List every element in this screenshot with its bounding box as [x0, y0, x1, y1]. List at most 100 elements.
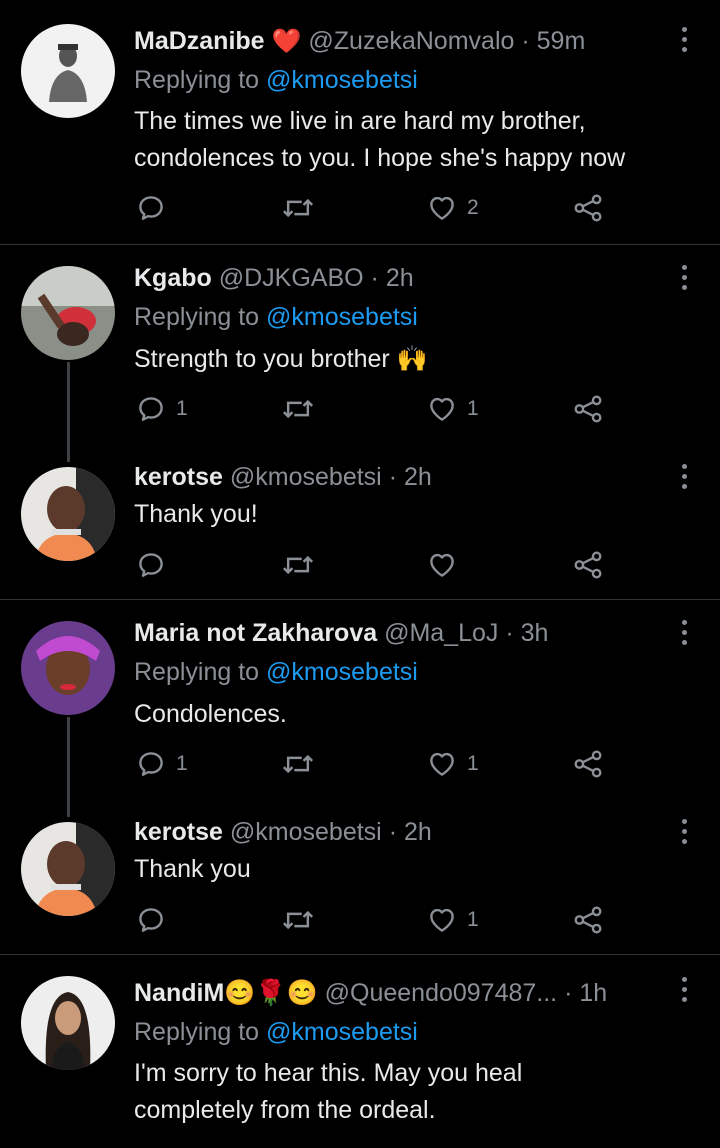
handle[interactable]: @Queendo097487...: [325, 979, 558, 1007]
timestamp[interactable]: 2h: [404, 463, 432, 491]
timestamp[interactable]: 2h: [404, 818, 432, 846]
share-button[interactable]: [572, 191, 604, 225]
tweet-text-line: completely from the ordeal.: [134, 1096, 436, 1124]
share-button[interactable]: [572, 548, 604, 582]
more-options-icon[interactable]: [678, 819, 690, 845]
avatar[interactable]: [21, 621, 115, 715]
retweet-button[interactable]: [282, 191, 314, 225]
display-name[interactable]: Maria not Zakharova: [134, 619, 377, 647]
replying-prefix: Replying to: [134, 66, 260, 94]
separator-dot: ·: [521, 27, 530, 55]
share-icon: [572, 193, 604, 223]
reply-icon: [136, 394, 166, 424]
timestamp[interactable]: 2h: [386, 264, 414, 292]
like-count: 1: [467, 752, 479, 775]
retweet-button[interactable]: [282, 903, 314, 937]
tweet-text: I'm sorry to hear this. May you heal com…: [134, 1055, 522, 1129]
retweet-button[interactable]: [282, 747, 314, 781]
avatar[interactable]: [21, 976, 115, 1070]
share-button[interactable]: [572, 903, 604, 937]
reply-button[interactable]: [136, 903, 166, 937]
mention-link[interactable]: @kmosebetsi: [266, 658, 418, 686]
display-name[interactable]: kerotse: [134, 463, 223, 491]
reply-icon: [136, 905, 166, 935]
reply-button[interactable]: [136, 548, 166, 582]
avatar-image: [21, 24, 115, 118]
tweet-text: Condolences.: [134, 696, 287, 733]
retweet-button[interactable]: [282, 548, 314, 582]
tweet-header: Kgabo @DJKGABO · 2h: [134, 263, 414, 293]
replying-prefix: Replying to: [134, 303, 260, 331]
reply-button[interactable]: 1: [136, 747, 188, 781]
tweet[interactable]: Maria not Zakharova @Ma_LoJ · 3h Replyin…: [0, 600, 720, 800]
handle[interactable]: @kmosebetsi: [230, 818, 382, 846]
action-bar: 2: [0, 191, 720, 225]
retweet-icon: [282, 550, 314, 580]
handle[interactable]: @ZuzekaNomvalo: [308, 27, 514, 55]
timestamp[interactable]: 3h: [521, 619, 549, 647]
like-button[interactable]: 1: [427, 903, 479, 937]
like-button[interactable]: 1: [427, 747, 479, 781]
display-name[interactable]: MaDzanibe: [134, 27, 265, 55]
more-options-icon[interactable]: [678, 620, 690, 646]
mention-link[interactable]: @kmosebetsi: [266, 1018, 418, 1046]
separator-dot: ·: [370, 264, 379, 292]
share-button[interactable]: [572, 747, 604, 781]
avatar-image: [21, 266, 115, 360]
tweet[interactable]: kerotse @kmosebetsi · 2h Thank you!: [0, 445, 720, 599]
avatar[interactable]: [21, 467, 115, 561]
more-options-icon[interactable]: [678, 464, 690, 490]
like-button[interactable]: 2: [427, 191, 479, 225]
tweet[interactable]: NandiM😊🌹😊 @Queendo097487... · 1h Replyin…: [0, 955, 720, 1148]
display-name[interactable]: Kgabo: [134, 264, 212, 292]
display-name[interactable]: NandiM: [134, 979, 224, 1007]
more-options-icon[interactable]: [678, 27, 690, 53]
reply-button[interactable]: [136, 191, 166, 225]
mention-link[interactable]: @kmosebetsi: [266, 303, 418, 331]
replying-to: Replying to @kmosebetsi: [134, 1017, 418, 1047]
separator-dot: ·: [505, 619, 514, 647]
handle[interactable]: @kmosebetsi: [230, 463, 382, 491]
reply-icon: [136, 193, 166, 223]
reply-button[interactable]: 1: [136, 392, 188, 426]
reply-count: 1: [176, 752, 188, 775]
replying-prefix: Replying to: [134, 658, 260, 686]
tweet[interactable]: MaDzanibe ❤️ @ZuzekaNomvalo · 59m Replyi…: [0, 0, 720, 244]
like-button[interactable]: [427, 548, 457, 582]
share-icon: [572, 749, 604, 779]
tweet-header: kerotse @kmosebetsi · 2h: [134, 817, 432, 847]
tweet-header: MaDzanibe ❤️ @ZuzekaNomvalo · 59m: [134, 26, 585, 57]
tweet-text-line: Thank you!: [134, 500, 258, 528]
share-button[interactable]: [572, 392, 604, 426]
tweet-text: The times we live in are hard my brother…: [134, 103, 625, 177]
like-count: 1: [467, 397, 479, 420]
mention-link[interactable]: @kmosebetsi: [266, 66, 418, 94]
more-options-icon[interactable]: [678, 265, 690, 291]
more-options-icon[interactable]: [678, 977, 690, 1003]
share-icon: [572, 394, 604, 424]
tweet-text-line: I'm sorry to hear this. May you heal: [134, 1059, 523, 1087]
action-bar: 1: [0, 903, 720, 937]
timestamp[interactable]: 1h: [579, 979, 607, 1007]
avatar[interactable]: [21, 266, 115, 360]
retweet-button[interactable]: [282, 392, 314, 426]
share-icon: [572, 905, 604, 935]
retweet-icon: [282, 193, 314, 223]
handle[interactable]: @Ma_LoJ: [384, 619, 498, 647]
separator-dot: ·: [388, 818, 398, 846]
tweet-header: NandiM😊🌹😊 @Queendo097487... · 1h: [134, 978, 607, 1008]
display-name[interactable]: kerotse: [134, 818, 223, 846]
like-button[interactable]: 1: [427, 392, 479, 426]
tweet-text-line: The times we live in are hard my brother…: [134, 107, 586, 135]
like-count: 2: [467, 196, 479, 219]
tweet-text-line: Condolences.: [134, 700, 287, 728]
avatar[interactable]: [21, 822, 115, 916]
avatar[interactable]: [21, 24, 115, 118]
timestamp[interactable]: 59m: [537, 27, 586, 55]
tweet[interactable]: kerotse @kmosebetsi · 2h Thank you 1: [0, 800, 720, 954]
name-emoji: ❤️: [271, 28, 302, 55]
handle[interactable]: @DJKGABO: [219, 264, 364, 292]
tweet[interactable]: Kgabo @DJKGABO · 2h Replying to @kmosebe…: [0, 245, 720, 445]
heart-icon: [427, 749, 457, 779]
action-bar: 1 1: [0, 392, 720, 426]
